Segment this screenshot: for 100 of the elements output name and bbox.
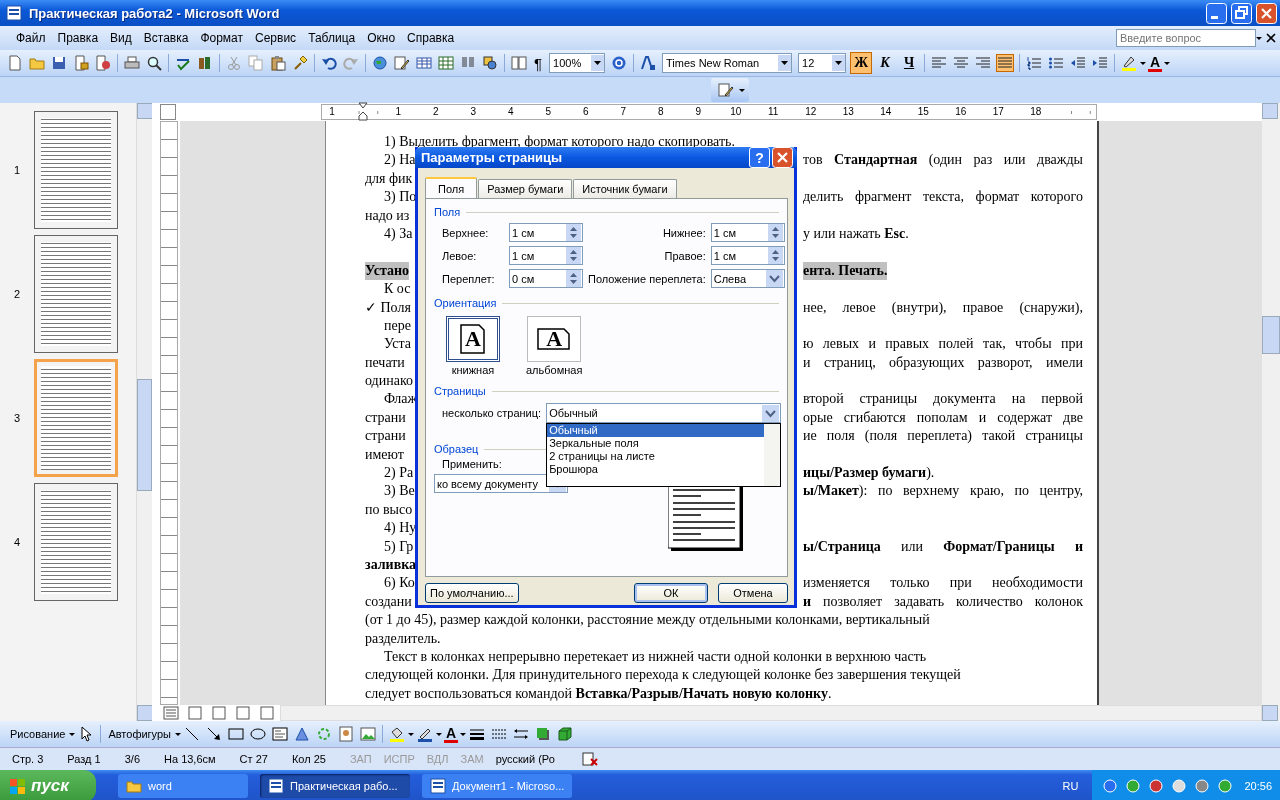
caret-icon[interactable]	[1256, 36, 1262, 40]
page-with-pencil-icon[interactable]	[394, 55, 410, 71]
line-style-icon[interactable]	[469, 726, 486, 742]
menu-item[interactable]: Окно	[361, 29, 402, 47]
zoom-combo[interactable]: 100%	[549, 53, 606, 73]
vertical-scrollbar[interactable]	[136, 103, 152, 721]
caret-icon[interactable]	[739, 88, 745, 92]
menu-item[interactable]: Справка	[401, 29, 461, 47]
line-icon[interactable]	[184, 726, 200, 742]
restore-icon[interactable]	[1231, 2, 1252, 24]
document-map-icon[interactable]	[511, 55, 527, 71]
list-option[interactable]: 2 страницы на листе	[547, 450, 765, 463]
menu-item[interactable]: Вид	[104, 29, 138, 47]
menu-item[interactable]: Сервис	[249, 29, 303, 47]
help-button[interactable]: ?	[749, 147, 770, 168]
menu-item[interactable]: Формат	[194, 29, 250, 47]
draw-menu-button[interactable]: Рисование	[6, 728, 70, 740]
decrease-indent-icon[interactable]	[1070, 55, 1087, 71]
menu-item[interactable]: Правка	[51, 29, 105, 47]
cube-icon[interactable]	[557, 726, 574, 742]
align-center-icon[interactable]	[953, 55, 970, 71]
dash-style-icon[interactable]	[491, 726, 508, 742]
slanted-letter-icon[interactable]	[294, 726, 310, 742]
taskbar-button[interactable]: word	[118, 774, 248, 798]
tray-icon[interactable]	[1195, 779, 1210, 793]
close-icon[interactable]	[1265, 32, 1277, 44]
menu-item[interactable]: Файл	[10, 29, 52, 47]
format-toggle[interactable]: Ч	[898, 52, 921, 74]
text-box-icon[interactable]	[272, 726, 288, 742]
arrow-icon[interactable]	[206, 726, 222, 742]
minimize-icon[interactable]	[1206, 2, 1227, 24]
dialog-tab[interactable]: Поля	[425, 177, 478, 199]
tab-selector[interactable]	[160, 104, 176, 120]
spin-field[interactable]: 1 см	[509, 246, 583, 265]
format-toggle[interactable]: К	[874, 52, 897, 74]
styles-icon[interactable]	[640, 55, 657, 71]
spin-arrows-icon[interactable]	[566, 270, 581, 287]
justify-icon[interactable]	[997, 55, 1014, 71]
paint-bucket-icon[interactable]	[389, 726, 405, 742]
spin-arrows-icon[interactable]	[767, 224, 783, 241]
dropdown-field[interactable]: Обычный	[546, 403, 782, 423]
orientation-button[interactable]: A	[527, 316, 582, 362]
numbered-list-icon[interactable]	[1026, 55, 1043, 71]
indent-marker[interactable]	[358, 102, 368, 121]
help-icon[interactable]	[611, 55, 628, 71]
font-color-button[interactable]: A	[444, 725, 459, 743]
taskbar-button[interactable]: Практическая рабо...	[260, 774, 410, 798]
list-scrollbar[interactable]	[764, 424, 781, 486]
page-thumbnail[interactable]	[34, 235, 118, 353]
font-size-combo[interactable]: 12	[798, 53, 847, 73]
question-field[interactable]: Введите вопрос	[1116, 29, 1256, 47]
undo-icon[interactable]	[321, 55, 337, 71]
dialog-button[interactable]: Отмена	[718, 583, 788, 603]
caret-icon[interactable]	[69, 732, 76, 736]
tray-icon[interactable]	[1172, 779, 1187, 793]
page-thumbnail[interactable]	[34, 111, 118, 229]
dialog-tab[interactable]: Размер бумаги	[478, 179, 573, 198]
brush-icon[interactable]	[292, 55, 308, 71]
books-icon[interactable]	[197, 55, 213, 71]
list-option[interactable]: Зеркальные поля	[547, 437, 765, 450]
dialog-button[interactable]: ОК	[634, 583, 708, 603]
page-with-lock-icon[interactable]	[73, 55, 89, 71]
page-with-pencil-icon[interactable]	[718, 82, 734, 98]
formatting-marks-button[interactable]: ¶	[530, 54, 547, 72]
caret-icon[interactable]	[436, 732, 442, 736]
dropdown-field[interactable]: Слева	[710, 269, 785, 288]
table-icon[interactable]	[416, 55, 432, 71]
arrow-style-icon[interactable]	[513, 726, 530, 742]
spin-arrows-icon[interactable]	[566, 224, 581, 241]
menu-item[interactable]: Вставка	[137, 29, 195, 47]
spin-field[interactable]: 1 см	[710, 246, 785, 265]
autoshapes-menu-button[interactable]: Автофигуры	[104, 728, 175, 740]
tray-icon[interactable]	[1126, 779, 1141, 793]
page-icon[interactable]	[7, 55, 23, 71]
spin-arrows-icon[interactable]	[767, 247, 783, 264]
spin-arrows-icon[interactable]	[566, 247, 581, 264]
caret-icon[interactable]	[408, 732, 414, 736]
vertical-scrollbar[interactable]	[1262, 103, 1280, 721]
list-option[interactable]: Брошюра	[547, 463, 765, 476]
spin-field[interactable]: 1 см	[710, 223, 785, 242]
caret-icon[interactable]	[1140, 61, 1147, 65]
printer-icon[interactable]	[124, 55, 140, 71]
dialog-button[interactable]: По умолчанию...	[425, 583, 519, 603]
bulleted-list-icon[interactable]	[1048, 55, 1065, 71]
page-with-circle-icon[interactable]	[95, 55, 111, 71]
book-with-cross-icon[interactable]	[581, 751, 598, 767]
dialog-tab[interactable]: Источник бумаги	[573, 179, 677, 198]
pen-icon[interactable]	[417, 726, 433, 742]
taskbar-button[interactable]: Документ1 - Microso...	[422, 774, 572, 798]
page-thumbnail[interactable]	[34, 483, 118, 601]
spreadsheet-icon[interactable]	[438, 55, 454, 71]
tray-icon[interactable]	[1149, 779, 1164, 793]
font-color-button[interactable]: A	[1148, 54, 1163, 72]
caret-icon[interactable]	[460, 732, 467, 736]
horizontal-scrollbar[interactable]	[280, 705, 1262, 721]
page-thumbnail[interactable]	[34, 359, 118, 477]
rectangle-icon[interactable]	[228, 726, 244, 742]
clipboard-icon[interactable]	[270, 55, 286, 71]
align-right-icon[interactable]	[975, 55, 992, 71]
tray-icon[interactable]	[1103, 779, 1118, 793]
